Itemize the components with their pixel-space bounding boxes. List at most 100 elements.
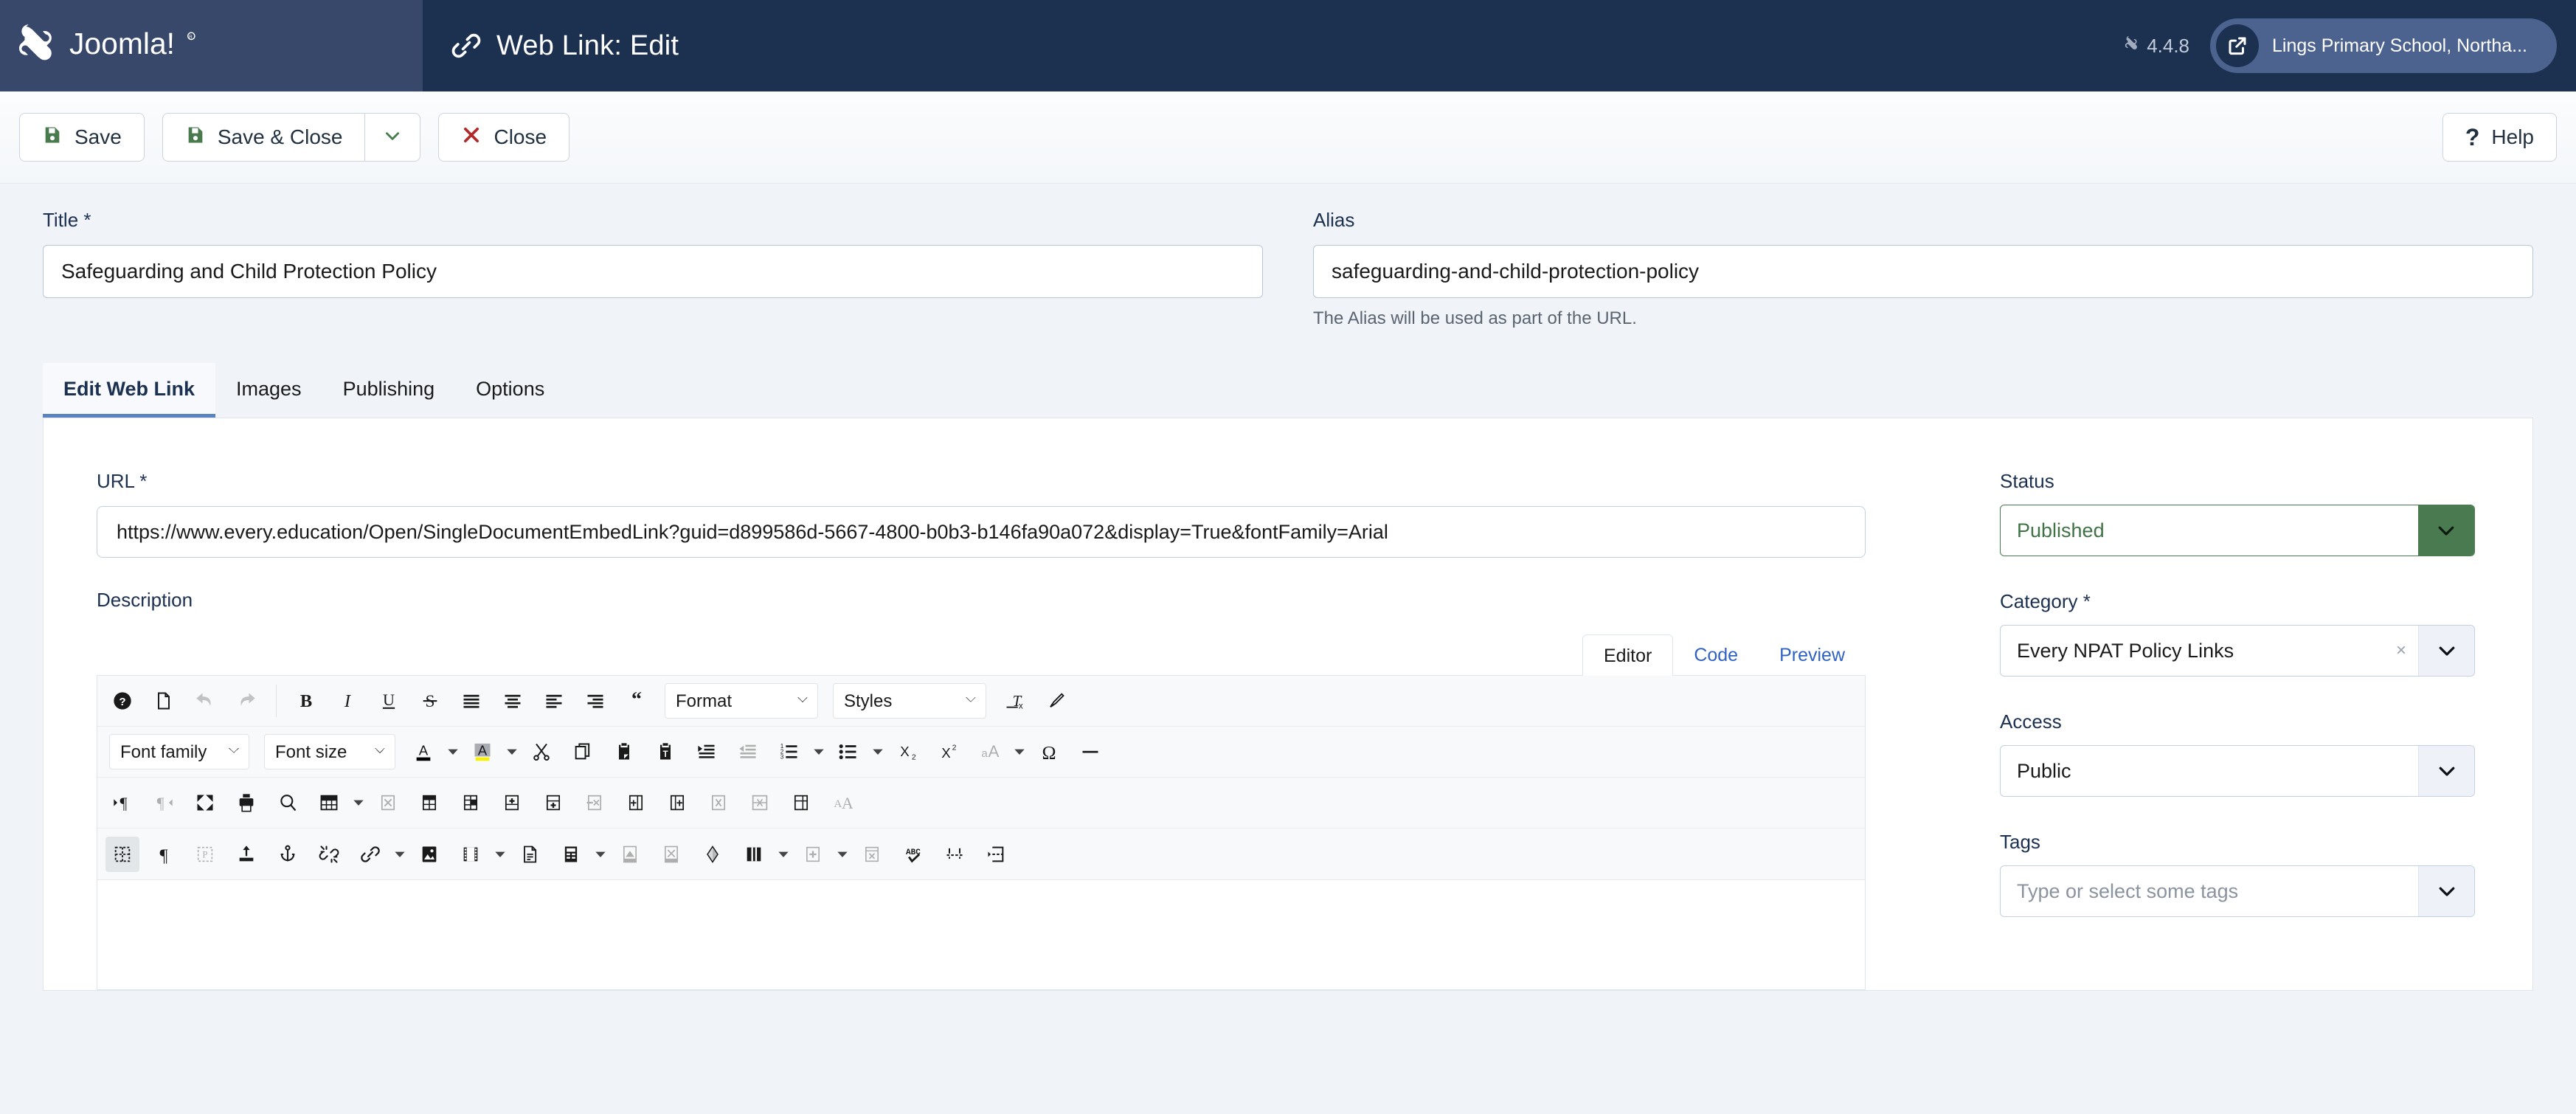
unlink-icon[interactable] [312, 837, 346, 872]
chevron-down-icon[interactable] [775, 839, 792, 870]
delete-row-icon[interactable] [578, 785, 612, 820]
insert-column-after-icon[interactable] [660, 785, 694, 820]
chevron-down-icon[interactable] [391, 839, 409, 870]
save-dropdown-toggle[interactable] [364, 113, 421, 162]
rtl-direction-icon[interactable]: ¶ [147, 785, 181, 820]
chevron-down-icon[interactable] [810, 736, 828, 767]
insert-column-before-icon[interactable] [619, 785, 653, 820]
shape-icon[interactable] [696, 837, 730, 872]
merge-cells-icon[interactable] [743, 785, 777, 820]
chevron-down-icon[interactable] [834, 839, 851, 870]
text-color-icon[interactable]: A [406, 734, 440, 769]
editor-tab-editor[interactable]: Editor [1582, 634, 1674, 676]
indent-increase-icon[interactable] [690, 734, 724, 769]
highlight-color-icon[interactable]: A [465, 734, 499, 769]
spellcheck-icon[interactable]: ABC [896, 837, 930, 872]
visual-blocks-icon[interactable] [105, 836, 139, 872]
editor-tab-code[interactable]: Code [1673, 634, 1759, 675]
ltr-direction-icon[interactable]: ¶ [105, 785, 139, 820]
site-preview-link[interactable]: Lings Primary School, Northa... [2210, 18, 2557, 73]
subscript-icon[interactable]: X2 [890, 734, 924, 769]
chevron-down-icon[interactable] [2418, 866, 2474, 916]
status-select[interactable]: Published [2000, 505, 2475, 556]
visual-chars-icon[interactable]: P [188, 837, 222, 872]
read-more-icon[interactable] [938, 837, 972, 872]
insert-file-icon[interactable] [229, 837, 263, 872]
tab-publishing[interactable]: Publishing [322, 363, 456, 418]
tab-images[interactable]: Images [215, 363, 322, 418]
save-button[interactable]: Save [19, 113, 145, 162]
chevron-down-icon[interactable] [444, 736, 462, 767]
alias-input[interactable] [1313, 245, 2533, 298]
styles-select[interactable]: Styles [833, 683, 986, 719]
insert-image-icon[interactable] [412, 837, 446, 872]
ordered-list-icon[interactable]: 123 [772, 734, 806, 769]
tab-options[interactable]: Options [455, 363, 565, 418]
link-icon[interactable] [353, 837, 387, 872]
chevron-down-icon[interactable] [491, 839, 509, 870]
close-button[interactable]: Close [438, 113, 570, 162]
special-character-icon[interactable]: Ω [1032, 734, 1066, 769]
paintbrush-icon[interactable] [1039, 683, 1073, 719]
clear-category-icon[interactable]: × [2384, 626, 2418, 676]
url-input[interactable] [97, 506, 1866, 558]
cut-scissors-icon[interactable] [524, 734, 558, 769]
chevron-down-icon[interactable] [2418, 746, 2474, 796]
redo-icon[interactable] [229, 683, 263, 719]
save-and-close-button[interactable]: Save & Close [162, 113, 365, 162]
indent-decrease-icon[interactable] [731, 734, 765, 769]
insert-table-icon[interactable] [312, 785, 346, 820]
copy-icon[interactable] [566, 734, 600, 769]
print-icon[interactable] [229, 785, 263, 820]
chevron-down-icon[interactable] [869, 736, 887, 767]
help-button[interactable]: ? Help [2442, 113, 2557, 162]
blockquote-icon[interactable]: “ [620, 683, 654, 719]
paste-icon[interactable] [607, 734, 641, 769]
search-replace-icon[interactable] [271, 785, 305, 820]
show-invisibles-icon[interactable]: ¶ [147, 837, 181, 872]
font-size-decrease-icon[interactable]: AA [825, 785, 859, 820]
align-center-icon[interactable] [496, 683, 530, 719]
chevron-down-icon[interactable] [503, 736, 521, 767]
remove-layer-icon[interactable] [654, 837, 688, 872]
title-input[interactable] [43, 245, 1263, 298]
strikethrough-icon[interactable]: S [413, 683, 447, 719]
table-properties-icon[interactable] [412, 785, 446, 820]
font-case-icon[interactable]: aA [973, 734, 1007, 769]
font-family-select[interactable]: Font family [109, 734, 249, 769]
italic-icon[interactable]: I [330, 683, 364, 719]
delete-column-icon[interactable] [702, 785, 735, 820]
editor-tab-preview[interactable]: Preview [1759, 634, 1866, 675]
align-right-icon[interactable] [578, 683, 612, 719]
page-break-icon[interactable] [513, 837, 547, 872]
fullscreen-icon[interactable] [188, 785, 222, 820]
add-column-icon[interactable] [796, 837, 830, 872]
tags-select[interactable]: Type or select some tags [2000, 865, 2475, 917]
undo-icon[interactable] [188, 683, 222, 719]
chevron-down-icon[interactable] [1011, 736, 1028, 767]
superscript-icon[interactable]: X2 [932, 734, 966, 769]
chevron-down-icon[interactable] [350, 787, 367, 818]
remove-column-icon[interactable] [855, 837, 889, 872]
align-justify-icon[interactable] [454, 683, 488, 719]
category-select[interactable]: Every NPAT Policy Links × [2000, 625, 2475, 677]
anchor-icon[interactable] [271, 837, 305, 872]
template-icon[interactable] [554, 837, 588, 872]
description-editor-body[interactable] [97, 880, 1865, 989]
split-cell-icon[interactable] [784, 785, 818, 820]
unordered-list-icon[interactable] [831, 734, 865, 769]
font-size-select[interactable]: Font size [264, 734, 395, 769]
access-select[interactable]: Public [2000, 745, 2475, 797]
underline-icon[interactable]: U [372, 683, 406, 719]
new-document-icon[interactable] [147, 683, 181, 719]
format-select[interactable]: Format [665, 683, 818, 719]
cell-properties-icon[interactable] [454, 785, 488, 820]
chevron-down-icon[interactable] [2418, 505, 2474, 556]
bold-icon[interactable]: B [289, 683, 323, 719]
chevron-down-icon[interactable] [592, 839, 609, 870]
insert-layer-icon[interactable] [613, 837, 647, 872]
chevron-down-icon[interactable] [2418, 626, 2474, 676]
columns-icon[interactable] [737, 837, 771, 872]
brand-logo-area[interactable]: Joomla! R [0, 0, 423, 91]
clear-formatting-icon[interactable]: Tx [997, 683, 1031, 719]
